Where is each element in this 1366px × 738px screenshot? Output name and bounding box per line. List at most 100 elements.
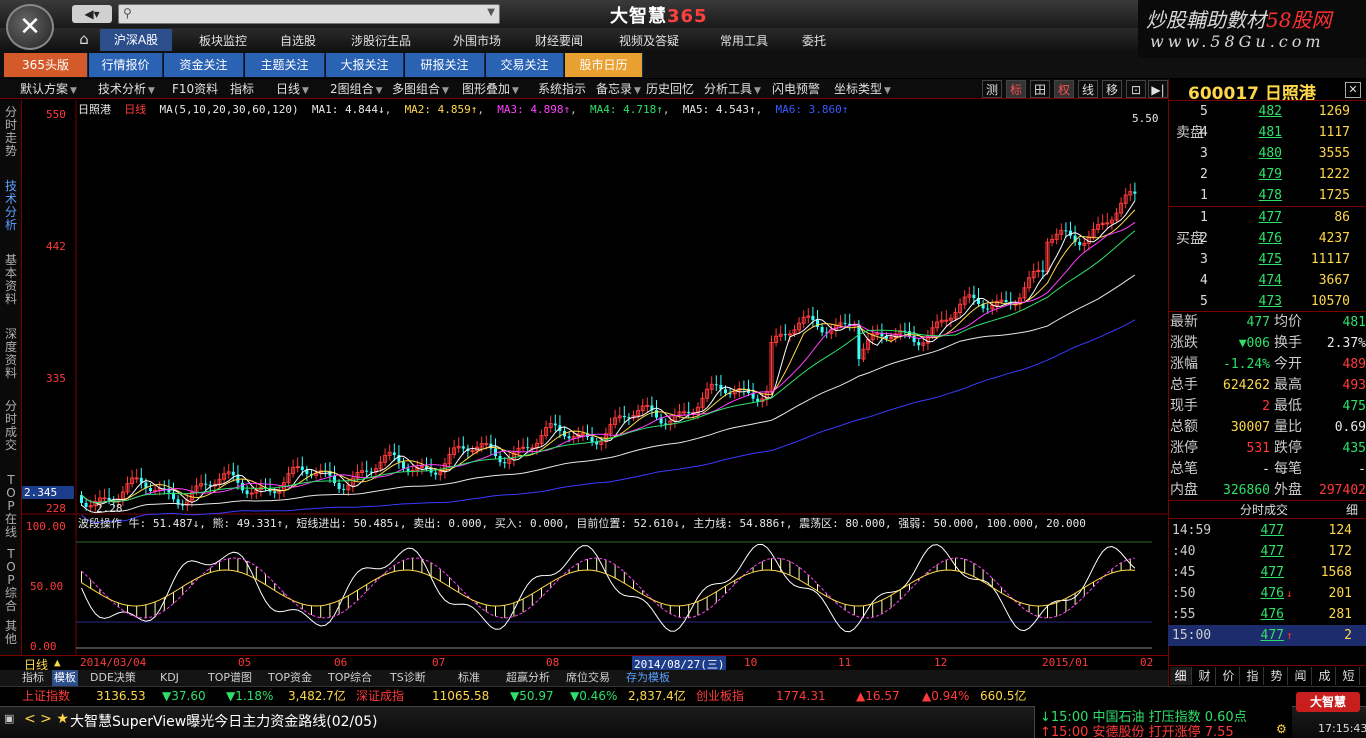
index-name[interactable]: 创业板指: [696, 687, 744, 705]
order-price[interactable]: 473: [1244, 291, 1282, 312]
quote-tab[interactable]: 成: [1314, 667, 1336, 685]
menu-item-video[interactable]: 视频及答疑: [608, 32, 690, 48]
nav-back-button[interactable]: ◀▾: [72, 5, 112, 23]
vtab-intraday-trades[interactable]: 分时成交: [4, 400, 18, 452]
toolbar-indicator[interactable]: 指标: [230, 80, 254, 98]
vtab-basic-info[interactable]: 基本资料: [4, 254, 18, 306]
btab-ts-diagnosis[interactable]: TS诊断: [390, 670, 426, 686]
vtab-deep-info[interactable]: 深度资料: [4, 328, 18, 380]
trade-row[interactable]: :55 476 281: [1170, 604, 1366, 625]
toolbar-end-button[interactable]: ▶|: [1148, 80, 1168, 98]
order-price[interactable]: 479: [1244, 164, 1282, 185]
menu-item-tools[interactable]: 常用工具: [712, 32, 776, 48]
gear-icon[interactable]: ⚙: [1276, 722, 1287, 736]
vtab-intraday[interactable]: 分时走势: [4, 106, 18, 158]
tab-market-calendar[interactable]: 股市日历: [565, 53, 643, 77]
headline-nav[interactable]: < > ★: [24, 711, 69, 727]
orderbook-row[interactable]: 1 478 1725: [1196, 185, 1356, 206]
btab-template[interactable]: 模板: [52, 670, 78, 686]
toolbar-move-button[interactable]: 移: [1102, 80, 1122, 98]
trade-row[interactable]: :50 476 ↓ 201: [1170, 583, 1366, 604]
trade-row[interactable]: 14:59 477 124: [1170, 520, 1366, 541]
quote-tab[interactable]: 财: [1194, 667, 1216, 685]
btab-save-template[interactable]: 存为模板: [626, 670, 670, 686]
toolbar-f10[interactable]: F10资料: [172, 80, 218, 98]
btab-seat-trading[interactable]: 席位交易: [566, 670, 610, 686]
btab-indicator[interactable]: 指标: [22, 670, 44, 686]
order-price[interactable]: 477: [1244, 207, 1282, 228]
trade-row[interactable]: :40 477 172: [1170, 541, 1366, 562]
news-item[interactable]: ↑15:00 安德股份 打开涨停 7.55: [1040, 721, 1234, 738]
kline-chart[interactable]: 日照港 日线 MA(5,10,20,30,60,120) MA1: 4.844↓…: [22, 100, 1168, 670]
brand-badge[interactable]: 大智慧: [1296, 692, 1360, 712]
quote-tab[interactable]: 短: [1338, 667, 1360, 685]
menu-item-bankuai[interactable]: 板块监控: [188, 32, 258, 48]
tab-theme-watch[interactable]: 主题关注: [245, 53, 325, 77]
vtab-tech-analysis[interactable]: 技术分析: [4, 180, 18, 232]
quote-tab[interactable]: 价: [1218, 667, 1240, 685]
toolbar-mark-button[interactable]: 标: [1006, 80, 1026, 98]
menu-item-news[interactable]: 财经要闻: [524, 32, 594, 48]
toolbar-analysis-tools[interactable]: 分析工具 ▼: [704, 80, 761, 98]
quote-tab[interactable]: 指: [1242, 667, 1264, 685]
btab-kdj[interactable]: KDJ: [160, 670, 179, 686]
vtab-other[interactable]: 其他: [4, 620, 18, 646]
btab-top-fund[interactable]: TOP资金: [268, 670, 312, 686]
trade-row[interactable]: :45 477 1568: [1170, 562, 1366, 583]
menu-item-overseas[interactable]: 外围市场: [442, 32, 512, 48]
toolbar-2-chart[interactable]: 2图组合 ▼: [330, 80, 383, 98]
tab-report-watch[interactable]: 大报关注: [326, 53, 404, 77]
search-input[interactable]: ⚲ ▼: [118, 4, 500, 24]
btab-dde[interactable]: DDE决策: [90, 670, 136, 686]
index-name[interactable]: 深证成指: [356, 687, 404, 705]
btab-top-composite[interactable]: TOP综合: [328, 670, 372, 686]
toolbar-daily[interactable]: 日线 ▼: [276, 80, 309, 98]
orderbook-row[interactable]: 2 476 4237: [1196, 228, 1356, 249]
tab-365-headline[interactable]: 365头版: [4, 53, 88, 77]
order-price[interactable]: 480: [1244, 143, 1282, 164]
quote-tab[interactable]: 细: [1170, 667, 1192, 685]
orderbook-row[interactable]: 1 477 86: [1196, 207, 1356, 228]
status-headline[interactable]: 大智慧SuperView曝光今日主力资金路线(02/05): [70, 711, 378, 731]
orderbook-row[interactable]: 5 473 10570: [1196, 291, 1356, 312]
toolbar-axis-type[interactable]: 坐标类型 ▼: [834, 80, 891, 98]
orderbook-row[interactable]: 4 481 1117: [1196, 122, 1356, 143]
menu-item-zixuan[interactable]: 自选股: [268, 32, 328, 48]
menu-item-derivatives[interactable]: 涉股衍生品: [340, 32, 422, 48]
toolbar-tech-analysis[interactable]: 技术分析 ▼: [98, 80, 155, 98]
btab-super-analysis[interactable]: 超赢分析: [506, 670, 550, 686]
toolbar-rights-button[interactable]: 权: [1054, 80, 1074, 98]
toolbar-multi-chart[interactable]: 多图组合 ▼: [392, 80, 449, 98]
orderbook-row[interactable]: 5 482 1269: [1196, 101, 1356, 122]
orderbook-row[interactable]: 4 474 3667: [1196, 270, 1356, 291]
orderbook-row[interactable]: 2 479 1222: [1196, 164, 1356, 185]
btab-top-chart[interactable]: TOP谱图: [208, 670, 252, 686]
menu-item-trade[interactable]: 委托: [792, 32, 836, 48]
tab-trade-watch[interactable]: 交易关注: [486, 53, 564, 77]
quote-tab[interactable]: 闻: [1290, 667, 1312, 685]
close-icon[interactable]: ✕: [1345, 82, 1361, 98]
toolbar-system-signals[interactable]: 系统指示: [538, 80, 586, 98]
toolbar-line-button[interactable]: 线: [1078, 80, 1098, 98]
toolbar-history[interactable]: 历史回忆: [646, 80, 694, 98]
tab-research-watch[interactable]: 研报关注: [405, 53, 485, 77]
trade-row[interactable]: 15:00 477 ↑ 2: [1170, 625, 1366, 646]
orderbook-row[interactable]: 3 475 11117: [1196, 249, 1356, 270]
btab-standard[interactable]: 标准: [458, 670, 480, 686]
order-price[interactable]: 474: [1244, 270, 1282, 291]
toolbar-window-button[interactable]: ⊡: [1126, 80, 1146, 98]
tab-fund-watch[interactable]: 资金关注: [164, 53, 244, 77]
orderbook-row[interactable]: 3 480 3555: [1196, 143, 1356, 164]
tab-quotes[interactable]: 行情报价: [89, 53, 163, 77]
toolbar-overlay[interactable]: 图形叠加 ▼: [462, 80, 519, 98]
toolbar-measure-button[interactable]: 测: [982, 80, 1002, 98]
collapse-icon[interactable]: ▣: [4, 712, 18, 728]
toolbar-default-scheme[interactable]: 默认方案 ▼: [20, 80, 77, 98]
home-icon[interactable]: ⌂: [72, 30, 96, 50]
order-price[interactable]: 475: [1244, 249, 1282, 270]
index-name[interactable]: 上证指数: [22, 687, 70, 705]
vtab-top-online[interactable]: TOP在线: [4, 474, 18, 539]
order-price[interactable]: 482: [1244, 101, 1282, 122]
order-price[interactable]: 481: [1244, 122, 1282, 143]
toolbar-grid-button[interactable]: 田: [1030, 80, 1050, 98]
